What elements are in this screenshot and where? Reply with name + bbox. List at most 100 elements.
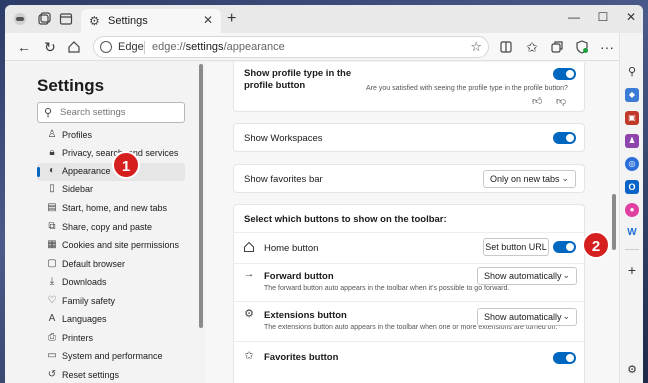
extensions-button-select[interactable]: Show automatically ⌄	[477, 308, 577, 326]
cookies-icon: ▦	[47, 239, 57, 250]
favorites-star-icon: ✩	[244, 350, 254, 362]
set-button-url-button[interactable]: Set button URL	[483, 238, 549, 256]
reset-icon: ↺	[47, 369, 57, 380]
close-tab-icon[interactable]: ✕	[203, 13, 213, 27]
favorites-bar-value: Only on new tabs	[490, 174, 560, 184]
sidebar-item-family-safety[interactable]: ♡ Family safety	[37, 293, 185, 311]
home-button-toggle[interactable]	[553, 241, 576, 253]
toolbar-heading: Select which buttons to show on the tool…	[244, 214, 447, 225]
sidebar-item-privacy[interactable]: 🔒︎ Privacy, search, and services	[37, 145, 185, 163]
toolbar-buttons-card: Select which buttons to show on the tool…	[233, 204, 585, 383]
sidebar-settings-icon[interactable]: ⚙	[625, 363, 639, 377]
sidebar-item-start-home[interactable]: ▤ Start, home, and new tabs	[37, 200, 185, 218]
designer-icon[interactable]: ●	[625, 203, 639, 217]
system-icon: ▭	[47, 350, 57, 361]
search-settings-box[interactable]: ⚲	[37, 102, 185, 123]
workspaces-card: Show Workspaces	[233, 123, 585, 152]
nav-label: Sidebar	[62, 184, 94, 194]
profile-type-toggle[interactable]	[553, 68, 576, 80]
nav-scrollbar[interactable]	[199, 64, 203, 328]
maximize-button[interactable]: ☐	[594, 10, 612, 24]
sidebar-item-profiles[interactable]: ♙ Profiles	[37, 127, 185, 145]
forward-button-value: Show automatically	[484, 271, 562, 281]
more-menu-icon[interactable]: ···	[598, 38, 616, 56]
nav-label: Printers	[62, 333, 94, 343]
annotation-marker-1: 1	[112, 151, 140, 179]
sidebar-item-system[interactable]: ▭ System and performance	[37, 348, 185, 366]
start-icon: ▤	[47, 202, 57, 213]
extensions-button-value: Show automatically	[484, 312, 562, 322]
url-prefix: edge://	[152, 41, 186, 53]
search-input[interactable]	[60, 105, 180, 120]
favorites-button-label: Favorites button	[264, 352, 339, 363]
workspaces-toggle[interactable]	[553, 132, 576, 144]
sidebar-item-cookies[interactable]: ▦ Cookies and site permissions	[37, 237, 185, 255]
home-icon	[242, 241, 256, 256]
content-scrollbar[interactable]	[612, 194, 616, 250]
collections-icon[interactable]	[548, 38, 566, 56]
favorites-icon[interactable]: ✩	[523, 38, 541, 56]
lock-icon: 🔒︎	[49, 147, 55, 158]
toolbox-icon[interactable]: ▣	[625, 111, 639, 125]
share-icon: ⧉	[48, 221, 56, 232]
refresh-button[interactable]: ↻	[41, 38, 59, 56]
favorites-bar-label: Show favorites bar	[244, 174, 323, 185]
tab-title: Settings	[108, 15, 148, 27]
nav-label: Downloads	[62, 277, 107, 287]
new-tab-button[interactable]: +	[227, 10, 236, 28]
sidebar-item-languages[interactable]: A Languages	[37, 311, 185, 329]
thumbs-down-icon[interactable]: 👎︎	[556, 95, 566, 107]
sidebar-item-share[interactable]: ⧉ Share, copy and paste	[37, 219, 185, 237]
sidebar-item-sidebar[interactable]: ▯ Sidebar	[37, 181, 185, 199]
profile-type-label-1: Show profile type in the	[244, 68, 352, 79]
back-button[interactable]: ←	[15, 38, 33, 56]
address-edge-label: Edge	[118, 41, 144, 53]
minimize-button[interactable]: —	[565, 10, 583, 24]
profile-type-label-2: profile button	[244, 80, 306, 91]
url-text: edge://settings/appearance	[152, 41, 285, 53]
home-button[interactable]	[65, 38, 83, 56]
forward-button-sub: The forward button auto appears in the t…	[264, 285, 510, 292]
favorites-bar-card: Show favorites bar Only on new tabs ⌄	[233, 164, 585, 193]
favorites-button-toggle[interactable]	[553, 352, 576, 364]
languages-icon: A	[48, 313, 56, 324]
printer-icon: ⎙	[48, 332, 56, 343]
annotation-marker-2: 2	[582, 231, 610, 259]
search-icon[interactable]: ⚲	[625, 65, 639, 79]
edge-logo-icon	[100, 41, 112, 53]
split-screen-icon[interactable]	[497, 38, 515, 56]
shopping-tag-icon[interactable]: ◆	[625, 88, 639, 102]
close-window-button[interactable]: ✕	[622, 10, 640, 24]
workspaces-icon[interactable]	[37, 12, 51, 26]
thumbs-up-icon[interactable]: 👍︎	[532, 95, 542, 107]
drop-icon[interactable]: W	[625, 226, 639, 240]
nav-label: Start, home, and new tabs	[62, 203, 168, 213]
sidebar-item-printers[interactable]: ⎙ Printers	[37, 330, 185, 348]
profile-avatar-icon[interactable]	[13, 12, 27, 26]
outlook-icon[interactable]: O	[625, 180, 639, 194]
chevron-down-icon: ⌄	[562, 270, 570, 280]
games-icon[interactable]: ♟	[625, 134, 639, 148]
sidebar-item-downloads[interactable]: ⤓ Downloads	[37, 274, 185, 292]
add-app-icon[interactable]: +	[625, 263, 639, 277]
extensions-icon: ⚙	[244, 308, 254, 320]
browser-essentials-icon[interactable]	[573, 38, 591, 56]
settings-title: Settings	[37, 76, 105, 95]
sidebar-item-reset[interactable]: ↺ Reset settings	[37, 367, 185, 383]
nav-label: Default browser	[62, 259, 126, 269]
favorites-bar-select[interactable]: Only on new tabs ⌄	[483, 170, 576, 188]
tab-settings[interactable]: ⚙ Settings ✕	[81, 9, 221, 33]
nav-label: Languages	[62, 314, 107, 324]
tab-actions-icon[interactable]	[59, 12, 73, 26]
url-path: settings	[185, 41, 224, 53]
navigation-bar: ← ↻ Edge edge://settings/appearance ☆ ✩ …	[5, 33, 643, 61]
favorite-star-icon[interactable]: ☆	[470, 39, 482, 55]
microsoft-365-icon[interactable]: ◎	[625, 157, 639, 171]
sidebar-item-appearance[interactable]: ◐ Appearance	[37, 163, 185, 181]
forward-button-select[interactable]: Show automatically ⌄	[477, 267, 577, 285]
sidebar-item-default-browser[interactable]: ▢ Default browser	[37, 256, 185, 274]
nav-label: Family safety	[62, 296, 116, 306]
divider	[234, 232, 584, 233]
address-bar[interactable]: Edge edge://settings/appearance ☆	[93, 36, 489, 58]
nav-label: Cookies and site permissions	[62, 240, 180, 250]
